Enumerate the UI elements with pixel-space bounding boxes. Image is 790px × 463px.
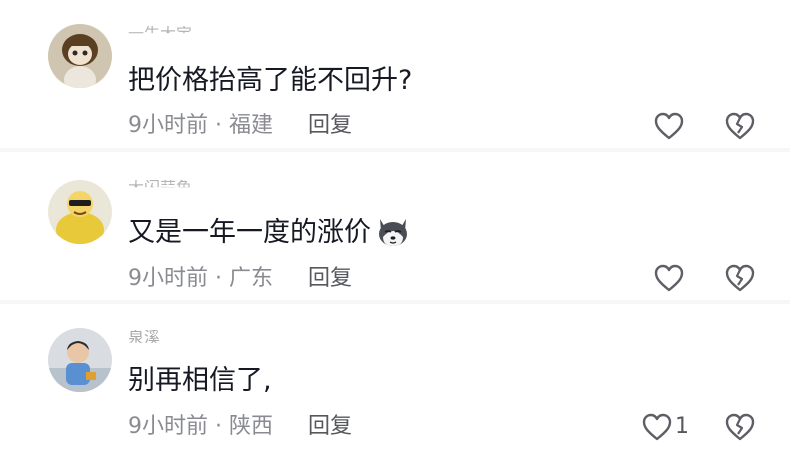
husky-dog-emoji-icon	[379, 218, 407, 246]
comment-meta: 9小时前 · 广东 回复	[128, 266, 352, 292]
avatar[interactable]	[48, 328, 112, 392]
comment-meta: 9小时前 · 陕西 回复	[128, 414, 352, 440]
comment-text-content: 把价格抬高了能不回升?	[128, 65, 413, 96]
dislike-button[interactable]	[724, 263, 756, 293]
comment-location: 福建	[229, 113, 274, 138]
comment-username[interactable]: 泉溪	[128, 330, 160, 343]
broken-heart-icon	[725, 264, 755, 292]
like-button[interactable]	[653, 263, 687, 293]
like-count: 1	[675, 414, 689, 439]
heart-icon	[654, 264, 684, 292]
comment-text: 别再相信了,	[128, 364, 272, 398]
meta-separator: ·	[215, 113, 222, 138]
comment-text: 把价格抬高了能不回升?	[128, 64, 412, 98]
comment-time: 9小时前	[128, 266, 208, 291]
like-button[interactable]	[641, 412, 675, 442]
comment-item: 一牛大宝 把价格抬高了能不回升? 9小时前 · 福建 回复	[0, 0, 790, 150]
comment-time: 9小时前	[128, 113, 208, 138]
child-photo-avatar-image	[48, 328, 112, 392]
reply-button[interactable]: 回复	[308, 113, 352, 138]
reply-button[interactable]: 回复	[308, 266, 352, 291]
comment-location: 广东	[229, 266, 274, 291]
comment-text: 又是一年一度的涨价	[128, 216, 411, 250]
cartoon-character-avatar-image	[48, 180, 112, 244]
avatar[interactable]	[48, 180, 112, 244]
dislike-button[interactable]	[724, 111, 756, 141]
like-button[interactable]	[653, 111, 687, 141]
comment-username[interactable]: 大闪蒜鱼	[128, 180, 192, 187]
comment-location: 陕西	[229, 414, 274, 439]
comment-text-content: 别再相信了,	[128, 365, 272, 396]
meta-separator: ·	[215, 266, 222, 291]
comment-time: 9小时前	[128, 414, 208, 439]
broken-heart-icon	[725, 112, 755, 140]
reply-button[interactable]: 回复	[308, 414, 352, 439]
comment-text-content: 又是一年一度的涨价	[128, 217, 371, 248]
meta-separator: ·	[215, 414, 222, 439]
broken-heart-icon	[725, 413, 755, 441]
heart-icon	[654, 112, 684, 140]
dislike-button[interactable]	[724, 412, 756, 442]
comment-item: 大闪蒜鱼 又是一年一度的涨价 9小时前 · 广东 回复	[0, 160, 790, 310]
divider	[0, 300, 790, 304]
comment-username[interactable]: 一牛大宝	[128, 26, 192, 33]
comment-item: 泉溪 别再相信了, 9小时前 · 陕西 回复 1	[0, 312, 790, 462]
comment-meta: 9小时前 · 福建 回复	[128, 113, 352, 139]
doll-avatar-image	[48, 24, 112, 88]
heart-icon	[642, 413, 672, 441]
avatar[interactable]	[48, 24, 112, 88]
divider	[0, 148, 790, 152]
